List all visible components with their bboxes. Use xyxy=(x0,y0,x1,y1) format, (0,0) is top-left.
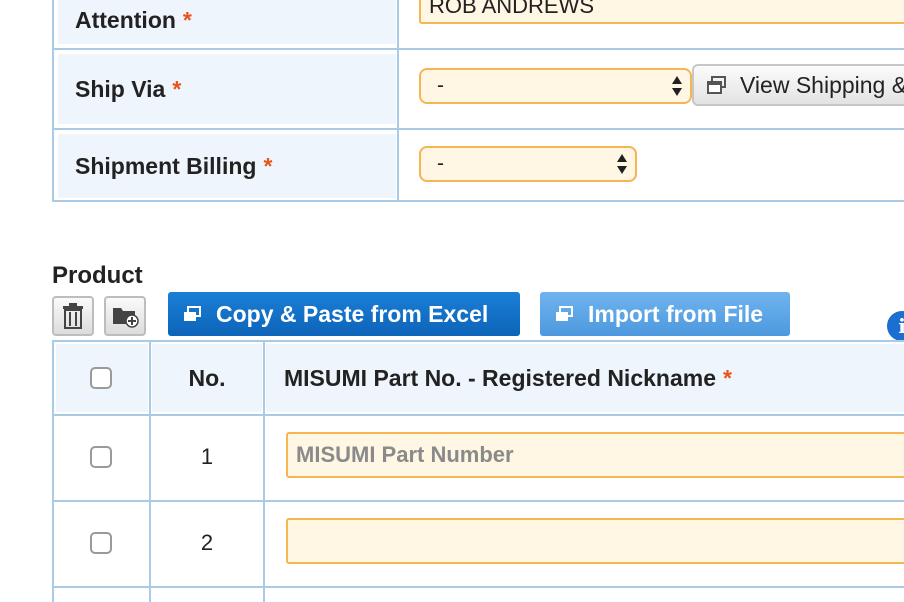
part-number-input[interactable] xyxy=(286,518,904,564)
popup-window-icon xyxy=(707,76,726,94)
shipment-billing-row: Shipment Billing * - xyxy=(54,130,904,202)
shipment-billing-label: Shipment Billing * xyxy=(58,134,396,198)
select-all-checkbox[interactable] xyxy=(90,367,112,389)
view-shipping-button[interactable]: View Shipping & xyxy=(692,64,904,106)
popup-window-icon xyxy=(184,306,201,321)
shipping-form-table: Attention * ROB ANDREWS Ship Via * - Vie… xyxy=(52,0,904,202)
row-checkbox[interactable] xyxy=(90,532,112,554)
column-divider xyxy=(149,342,151,602)
trash-icon xyxy=(63,303,83,329)
folder-add-icon xyxy=(113,308,139,328)
copy-paste-excel-button[interactable]: Copy & Paste from Excel xyxy=(168,292,520,336)
select-arrows-icon xyxy=(672,76,682,96)
ship-via-select[interactable]: - xyxy=(419,68,692,104)
required-marker: * xyxy=(263,152,273,179)
order-page: Attention * ROB ANDREWS Ship Via * - Vie… xyxy=(0,0,904,602)
row-divider xyxy=(54,500,904,502)
column-divider xyxy=(263,342,265,602)
product-table: No. MISUMI Part No. - Registered Nicknam… xyxy=(52,340,904,602)
header-no: No. xyxy=(188,364,226,391)
row-number: 1 xyxy=(200,444,214,469)
popup-window-icon xyxy=(556,306,573,321)
row-checkbox[interactable] xyxy=(90,446,112,468)
attention-row: Attention * ROB ANDREWS xyxy=(54,0,904,50)
row-divider xyxy=(54,586,904,588)
delete-rows-button[interactable] xyxy=(52,296,94,336)
attention-label: Attention * xyxy=(58,0,396,44)
select-arrows-icon xyxy=(617,154,627,174)
shipment-billing-select[interactable]: - xyxy=(419,146,637,182)
attention-input[interactable]: ROB ANDREWS xyxy=(419,0,904,24)
row-number: 2 xyxy=(200,530,214,555)
ship-via-row: Ship Via * - View Shipping & xyxy=(54,50,904,130)
required-marker: * xyxy=(182,6,192,33)
info-icon[interactable]: i xyxy=(887,311,904,341)
required-marker: * xyxy=(172,75,182,102)
add-folder-button[interactable] xyxy=(104,296,146,336)
part-number-input[interactable]: MISUMI Part Number xyxy=(286,432,904,478)
ship-via-label: Ship Via * xyxy=(58,54,396,124)
product-section-title: Product xyxy=(52,262,143,289)
header-part-number: MISUMI Part No. - Registered Nickname * xyxy=(284,364,732,391)
required-marker: * xyxy=(723,364,732,391)
import-from-file-button[interactable]: Import from File xyxy=(540,292,790,336)
row-divider xyxy=(54,414,904,416)
